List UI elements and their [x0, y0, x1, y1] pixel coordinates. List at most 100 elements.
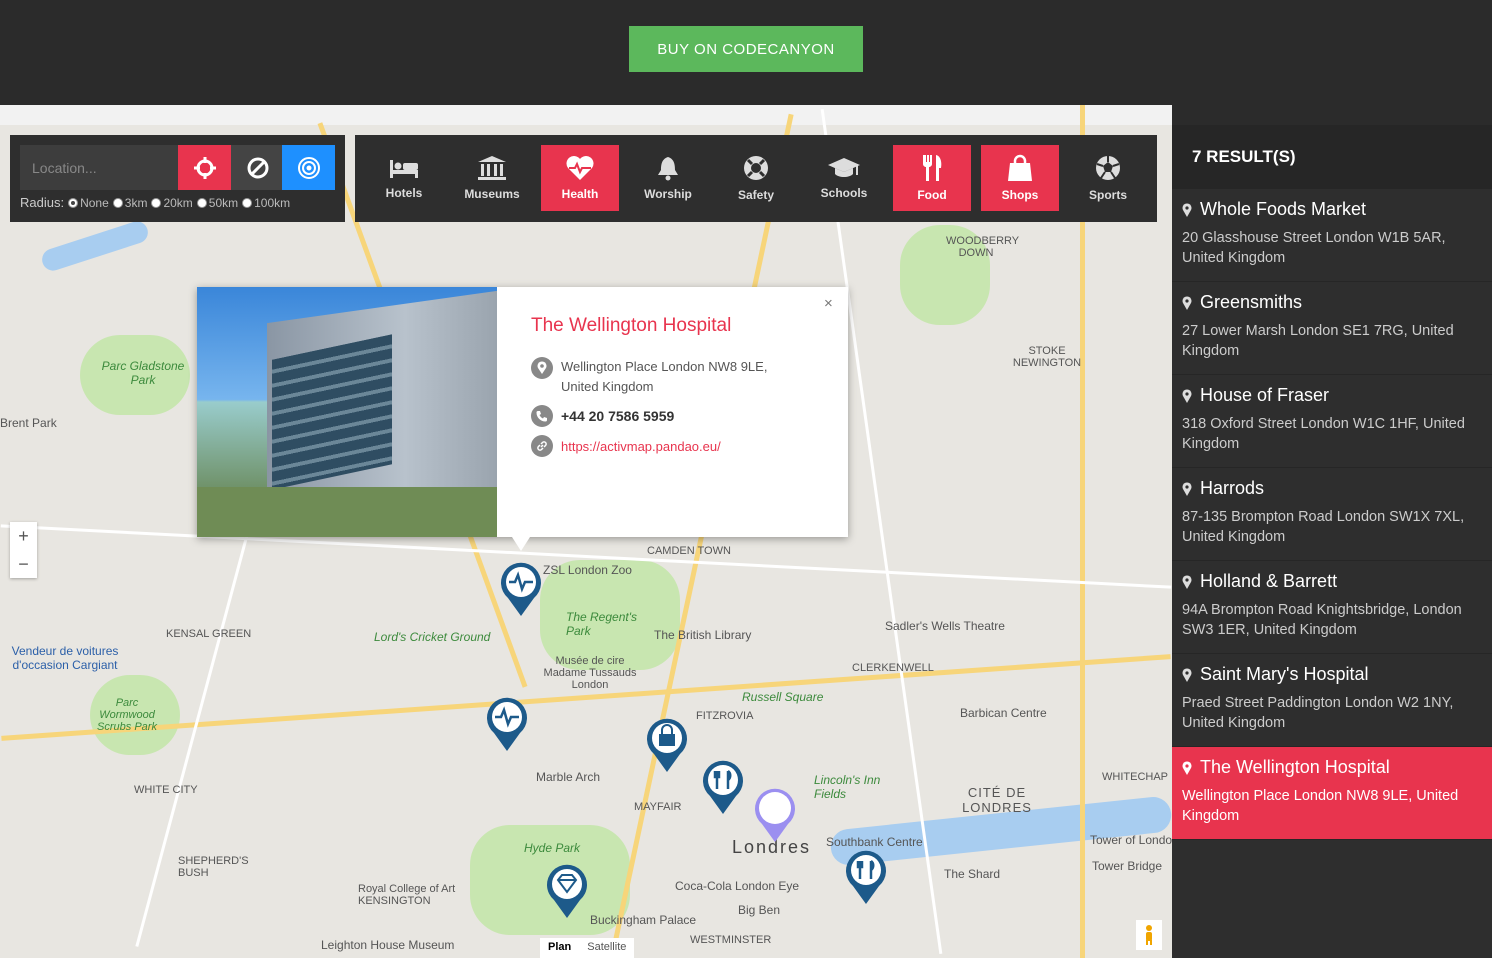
bell-icon — [658, 157, 678, 181]
map-label-brent-park: Brent Park — [0, 416, 57, 430]
radio-icon[interactable] — [68, 197, 79, 208]
street-view-pegman-icon[interactable] — [1136, 920, 1162, 950]
map-label-mayfair: MAYFAIR — [634, 801, 682, 813]
result-address: 87-135 Brompton Road London SW1X 7XL, Un… — [1182, 509, 1465, 545]
buy-on-codecanyon-button[interactable]: BUY ON CODECANYON — [629, 26, 863, 72]
map-label-leighton-house: Leighton House Museum — [321, 938, 455, 952]
current-location-marker[interactable] — [752, 786, 798, 844]
brent-reservoir — [39, 218, 151, 274]
food-marker[interactable] — [700, 758, 746, 816]
location-panel: Radius: None 3km 20km 50km 100km — [10, 135, 345, 222]
map-label-white-city: WHITE CITY — [134, 784, 198, 796]
map-type-satellite[interactable]: Satellite — [579, 938, 634, 958]
geolocate-button[interactable] — [178, 145, 231, 190]
clear-location-button[interactable] — [231, 145, 284, 190]
cutlery-icon — [923, 155, 942, 181]
category-toolbar: Hotels Museums Health Worship Safety Sch… — [355, 135, 1157, 222]
food-marker[interactable] — [843, 848, 889, 906]
info-window-tail — [512, 537, 530, 551]
map-marker-icon — [1182, 388, 1192, 403]
radius-option-20km[interactable]: 20km — [151, 196, 193, 210]
result-address: 20 Glasshouse Street London W1B 5AR, Uni… — [1182, 230, 1446, 266]
result-address: Praed Street Paddington London W2 1NY, U… — [1182, 695, 1454, 731]
map-label-wormwood-scrubs: Parc Wormwood Scrubs Park — [97, 697, 157, 733]
heartbeat-icon — [566, 156, 594, 180]
category-sports[interactable]: Sports — [1069, 145, 1147, 211]
result-item-active[interactable]: The Wellington Hospital Wellington Place… — [1172, 747, 1492, 840]
map-type-control: Plan Satellite — [540, 938, 635, 958]
hospital-photo — [197, 287, 497, 537]
radio-icon[interactable] — [112, 197, 123, 208]
map-marker-icon — [1182, 574, 1192, 589]
radius-target-button[interactable] — [282, 145, 335, 190]
map-label-big-ben: Big Ben — [738, 903, 781, 917]
info-title: The Wellington Hospital — [531, 315, 732, 336]
lawn — [197, 487, 497, 537]
category-shops[interactable]: Shops — [981, 145, 1059, 211]
health-marker[interactable] — [498, 560, 544, 618]
map-label-british-library: The British Library — [654, 628, 752, 642]
result-name: Harrods — [1200, 478, 1265, 498]
result-name: Holland & Barrett — [1200, 571, 1338, 591]
map-label-whitechapel: WHITECHAP — [1102, 771, 1168, 783]
map-label-westminster: WESTMINSTER — [690, 934, 772, 946]
category-safety[interactable]: Safety — [717, 145, 795, 211]
museum-icon — [478, 156, 506, 180]
category-museums[interactable]: Museums — [453, 145, 531, 211]
radius-option-100km[interactable]: 100km — [242, 196, 290, 210]
category-hotels[interactable]: Hotels — [365, 145, 443, 211]
result-name: Greensmiths — [1200, 292, 1303, 312]
map-label-gladstone-park: Parc Gladstone Park — [101, 359, 185, 387]
radius-option-none[interactable]: None — [68, 196, 109, 210]
category-schools[interactable]: Schools — [805, 145, 883, 211]
map-marker-icon — [1182, 667, 1192, 682]
zoom-out-button[interactable]: − — [10, 550, 37, 578]
radius-label: Radius: — [20, 195, 65, 210]
map-top-strip — [0, 105, 1172, 125]
map-label-fitzrovia: FITZROVIA — [696, 710, 754, 722]
zoom-in-button[interactable]: + — [10, 522, 37, 550]
radio-icon[interactable] — [242, 197, 253, 208]
info-close-button[interactable]: × — [824, 295, 833, 312]
shop-marker[interactable] — [544, 862, 590, 920]
ban-icon — [247, 157, 268, 178]
info-address-line2: United Kingdom — [561, 379, 654, 394]
result-item[interactable]: House of Fraser 318 Oxford Street London… — [1172, 375, 1492, 468]
shop-marker[interactable] — [644, 716, 690, 774]
category-food[interactable]: Food — [893, 145, 971, 211]
radius-option-3km[interactable]: 3km — [112, 196, 147, 210]
health-marker[interactable] — [484, 695, 530, 753]
radio-icon[interactable] — [151, 197, 162, 208]
map-label-hyde-park: Hyde Park — [524, 841, 581, 855]
category-worship[interactable]: Worship — [629, 145, 707, 211]
radio-icon[interactable] — [196, 197, 207, 208]
result-item[interactable]: Harrods 87-135 Brompton Road London SW1X… — [1172, 468, 1492, 561]
map-label-marble-arch: Marble Arch — [536, 770, 601, 784]
map-label-regents-park: The Regent's Park — [566, 610, 637, 638]
result-item[interactable]: Holland & Barrett 94A Brompton Road Knig… — [1172, 561, 1492, 654]
location-input[interactable] — [20, 145, 178, 190]
phone-icon — [531, 405, 553, 427]
radius-option-50km[interactable]: 50km — [196, 196, 238, 210]
building-windows — [272, 334, 392, 490]
result-item[interactable]: Saint Mary's Hospital Praed Street Paddi… — [1172, 654, 1492, 747]
map-label-russell-square: Russell Square — [742, 690, 824, 704]
result-name: House of Fraser — [1200, 385, 1330, 405]
result-address: 94A Brompton Road Knightsbridge, London … — [1182, 602, 1462, 638]
info-url[interactable]: https://activmap.pandao.eu/ — [561, 439, 721, 454]
map-marker-icon — [531, 357, 553, 379]
result-item[interactable]: Greensmiths 27 Lower Marsh London SE1 7R… — [1172, 282, 1492, 375]
map-marker-icon — [1182, 295, 1192, 310]
category-health[interactable]: Health — [541, 145, 619, 211]
radius-row: Radius: None 3km 20km 50km 100km — [20, 195, 290, 210]
map-label-stoke-newington: STOKE NEWINGTON — [1012, 345, 1082, 369]
map-type-plan[interactable]: Plan — [540, 938, 579, 958]
target-icon — [297, 156, 320, 179]
map-marker-icon — [1182, 202, 1192, 217]
map-label-kensal-green: KENSAL GREEN — [166, 628, 252, 640]
info-address-line1: Wellington Place London NW8 9LE, — [561, 359, 768, 374]
results-sidebar: 7 RESULT(S) Whole Foods Market 20 Glassh… — [1172, 125, 1492, 958]
map-marker-icon — [1182, 760, 1192, 775]
result-item[interactable]: Whole Foods Market 20 Glasshouse Street … — [1172, 189, 1492, 282]
map-marker-icon — [1182, 481, 1192, 496]
